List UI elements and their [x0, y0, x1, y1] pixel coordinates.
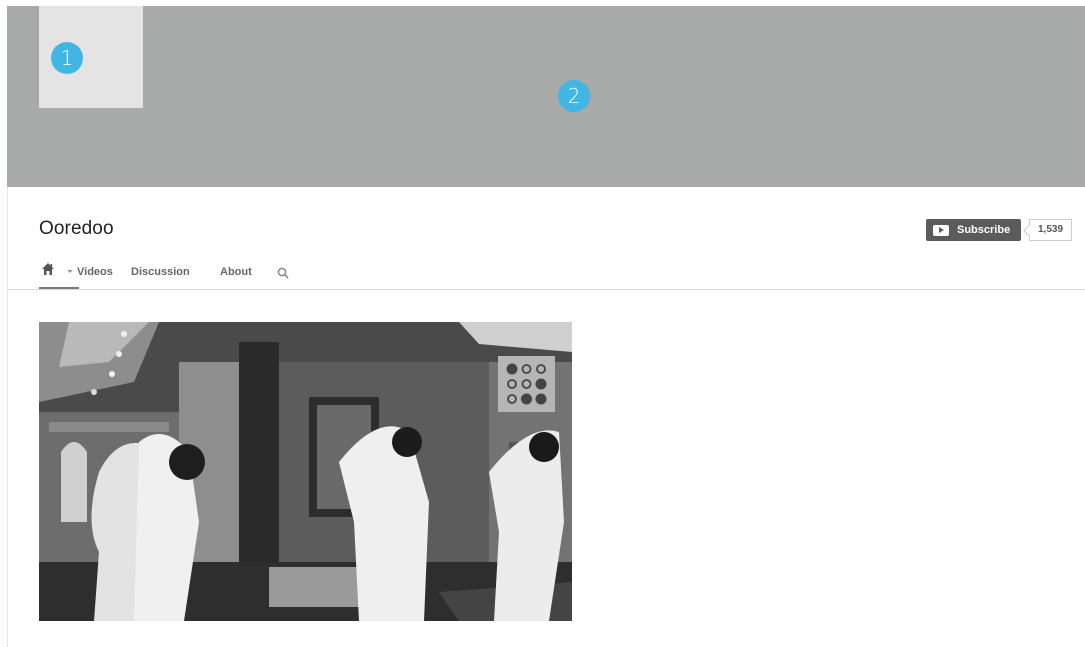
page-divider — [7, 187, 8, 647]
channel-nav: Videos Discussion About — [39, 260, 339, 290]
tab-videos[interactable]: Videos — [77, 266, 113, 278]
subscribe-button[interactable]: Subscribe — [926, 219, 1021, 241]
chevron-down-icon[interactable] — [67, 270, 73, 273]
home-icon — [42, 263, 54, 275]
tab-home[interactable] — [39, 260, 79, 289]
nav-divider — [7, 289, 1085, 290]
video-still — [39, 322, 572, 621]
annotation-marker-1: 1 — [51, 42, 83, 74]
subscribe-label: Subscribe — [957, 224, 1011, 236]
channel-banner: 1 2 — [7, 6, 1085, 187]
featured-video-thumbnail[interactable] — [39, 322, 572, 621]
annotation-marker-2: 2 — [558, 80, 590, 112]
channel-title[interactable]: Ooredoo — [39, 218, 114, 240]
play-icon — [933, 224, 949, 236]
tab-discussion[interactable]: Discussion — [131, 266, 190, 278]
ooredoo-logo-icon — [498, 356, 555, 412]
subscriber-count: 1,539 — [1029, 219, 1072, 241]
tab-about[interactable]: About — [220, 266, 252, 278]
search-icon[interactable] — [277, 267, 289, 279]
